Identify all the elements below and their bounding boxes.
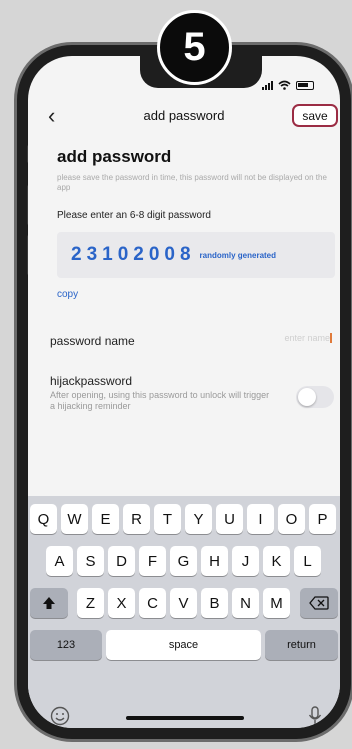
key-i[interactable]: I	[247, 504, 274, 534]
keyboard-row-4: 123 space return	[28, 630, 340, 660]
return-key[interactable]: return	[265, 630, 338, 660]
key-y[interactable]: Y	[185, 504, 212, 534]
copy-button[interactable]: copy	[57, 289, 78, 300]
wifi-icon	[278, 80, 291, 90]
keyboard-row-1: Q W E R T Y U I O P	[28, 504, 340, 534]
key-r[interactable]: R	[123, 504, 150, 534]
signal-icon	[262, 80, 273, 90]
key-u[interactable]: U	[216, 504, 243, 534]
hijack-toggle[interactable]	[296, 386, 334, 408]
password-prompt: Please enter an 6-8 digit password	[57, 210, 211, 221]
randomly-generated-button[interactable]: randomly generated	[200, 251, 276, 260]
key-j[interactable]: J	[232, 546, 259, 576]
keyboard: Q W E R T Y U I O P A S D F G H J K L Z	[28, 496, 340, 728]
shift-icon[interactable]	[30, 588, 68, 618]
key-c[interactable]: C	[139, 588, 166, 618]
save-button[interactable]: save	[292, 104, 338, 127]
save-hint: please save the password in time, this p…	[57, 173, 327, 192]
app-screen: ‹ add password save add password please …	[28, 56, 340, 728]
status-bar	[262, 80, 314, 90]
key-f[interactable]: F	[139, 546, 166, 576]
key-z[interactable]: Z	[77, 588, 104, 618]
key-h[interactable]: H	[201, 546, 228, 576]
keyboard-row-3: Z X C V B N M	[28, 588, 340, 618]
key-q[interactable]: Q	[30, 504, 57, 534]
key-e[interactable]: E	[92, 504, 119, 534]
key-v[interactable]: V	[170, 588, 197, 618]
key-w[interactable]: W	[61, 504, 88, 534]
password-name-label: password name	[50, 334, 135, 348]
keyboard-row-2: A S D F G H J K L	[28, 546, 340, 576]
backspace-icon[interactable]	[300, 588, 338, 618]
key-p[interactable]: P	[309, 504, 336, 534]
key-b[interactable]: B	[201, 588, 228, 618]
emoji-icon[interactable]	[50, 706, 70, 728]
nav-bar: ‹ add password save	[28, 104, 340, 128]
toggle-knob	[298, 388, 316, 406]
page-heading: add password	[57, 147, 172, 166]
battery-icon	[296, 80, 314, 90]
key-x[interactable]: X	[108, 588, 135, 618]
key-a[interactable]: A	[46, 546, 73, 576]
key-g[interactable]: G	[170, 546, 197, 576]
password-name-input[interactable]	[252, 333, 332, 343]
key-t[interactable]: T	[154, 504, 181, 534]
key-l[interactable]: L	[294, 546, 321, 576]
key-d[interactable]: D	[108, 546, 135, 576]
home-indicator	[126, 716, 244, 720]
step-badge: 5	[157, 10, 232, 85]
space-key[interactable]: space	[106, 630, 261, 660]
key-o[interactable]: O	[278, 504, 305, 534]
password-digits: 23102008	[71, 244, 196, 265]
password-display: 23102008 randomly generated	[57, 232, 335, 278]
hijack-description: After opening, using this password to un…	[50, 390, 270, 411]
key-m[interactable]: M	[263, 588, 290, 618]
hijack-title: hijackpassword	[50, 374, 133, 388]
key-k[interactable]: K	[263, 546, 290, 576]
key-n[interactable]: N	[232, 588, 259, 618]
key-s[interactable]: S	[77, 546, 104, 576]
microphone-icon[interactable]	[308, 706, 322, 728]
numbers-key[interactable]: 123	[30, 630, 102, 660]
